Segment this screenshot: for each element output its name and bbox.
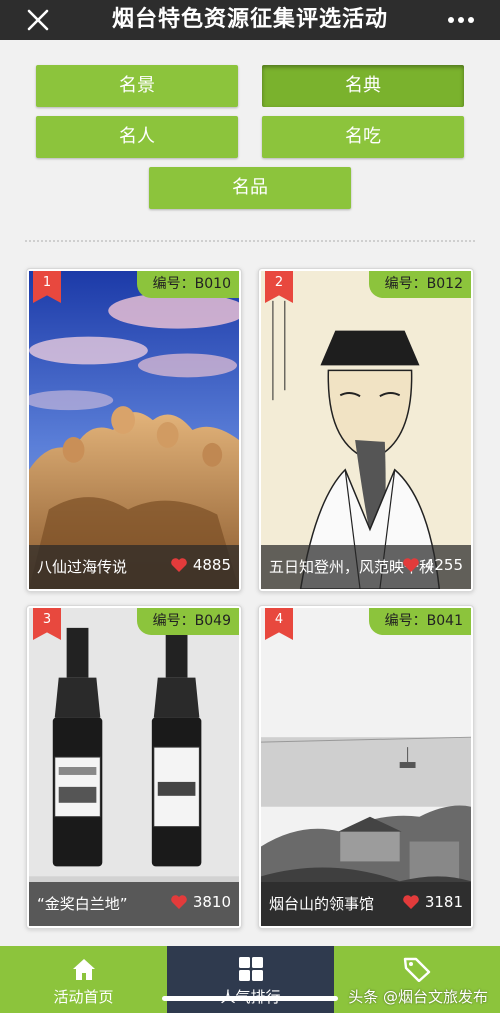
nav-ranking[interactable]: 人气排行 bbox=[167, 946, 334, 1013]
vote-count[interactable]: 4255 bbox=[402, 556, 463, 574]
card-image bbox=[29, 271, 239, 589]
vote-number: 4885 bbox=[192, 556, 231, 574]
card-image bbox=[261, 271, 471, 589]
page-title: 烟台特色资源征集评选活动 bbox=[111, 7, 388, 32]
nav-home[interactable]: 活动首页 bbox=[0, 946, 167, 1013]
card-caption: 八仙过海传说 4885 bbox=[29, 545, 239, 589]
entry-card-1[interactable]: 1 编号：B010 八仙过海传说 4885 bbox=[26, 268, 242, 592]
entry-title: “金奖白兰地” bbox=[37, 895, 128, 913]
heart-icon[interactable] bbox=[402, 894, 420, 910]
entry-code-label: 编号：B049 bbox=[136, 608, 239, 635]
vote-number: 4255 bbox=[424, 556, 463, 574]
more-icon[interactable] bbox=[446, 6, 476, 34]
vote-count[interactable]: 4885 bbox=[170, 556, 231, 574]
vote-count[interactable]: 3810 bbox=[170, 893, 231, 911]
category-button-products[interactable]: 名品 bbox=[149, 167, 351, 209]
entry-card-2[interactable]: 2 编号：B012 五日知登州，风范映千秋 4255 bbox=[258, 268, 474, 592]
category-button-food[interactable]: 名吃 bbox=[262, 116, 464, 158]
card-image bbox=[261, 608, 471, 926]
close-icon[interactable] bbox=[24, 6, 52, 34]
nav-home-label: 活动首页 bbox=[53, 988, 114, 1006]
heart-icon[interactable] bbox=[402, 557, 420, 573]
vote-number: 3181 bbox=[424, 893, 463, 911]
entry-code-label: 编号：B010 bbox=[136, 271, 239, 298]
card-caption: “金奖白兰地” 3810 bbox=[29, 882, 239, 926]
heart-icon[interactable] bbox=[170, 894, 188, 910]
top-bar: 烟台特色资源征集评选活动 bbox=[0, 0, 500, 40]
card-caption: 烟台山的领事馆 3181 bbox=[261, 882, 471, 926]
entry-card-3[interactable]: 3 编号：B049 “金奖白兰地” 3810 bbox=[26, 605, 242, 929]
entry-title: 八仙过海传说 bbox=[37, 558, 128, 576]
grid-icon bbox=[238, 957, 263, 981]
vote-count[interactable]: 3181 bbox=[402, 893, 463, 911]
entry-code-label: 编号：B041 bbox=[368, 608, 471, 635]
entry-title: 烟台山的领事馆 bbox=[269, 895, 375, 913]
card-caption: 五日知登州，风范映千秋 4255 bbox=[261, 545, 471, 589]
vote-number: 3810 bbox=[192, 893, 231, 911]
category-button-classics[interactable]: 名典 bbox=[262, 65, 464, 107]
home-icon bbox=[72, 959, 95, 980]
section-divider bbox=[25, 240, 475, 242]
entry-code-label: 编号：B012 bbox=[368, 271, 471, 298]
category-button-celebrities[interactable]: 名人 bbox=[36, 116, 238, 158]
watermark: 头条 @烟台文旅发布 bbox=[348, 988, 488, 1006]
category-button-scenery[interactable]: 名景 bbox=[36, 65, 238, 107]
tag-icon bbox=[403, 957, 430, 982]
entry-card-4[interactable]: 4 编号：B041 烟台山的领事馆 3181 bbox=[258, 605, 474, 929]
home-indicator bbox=[162, 996, 338, 1001]
heart-icon[interactable] bbox=[170, 557, 188, 573]
card-image bbox=[29, 608, 239, 926]
